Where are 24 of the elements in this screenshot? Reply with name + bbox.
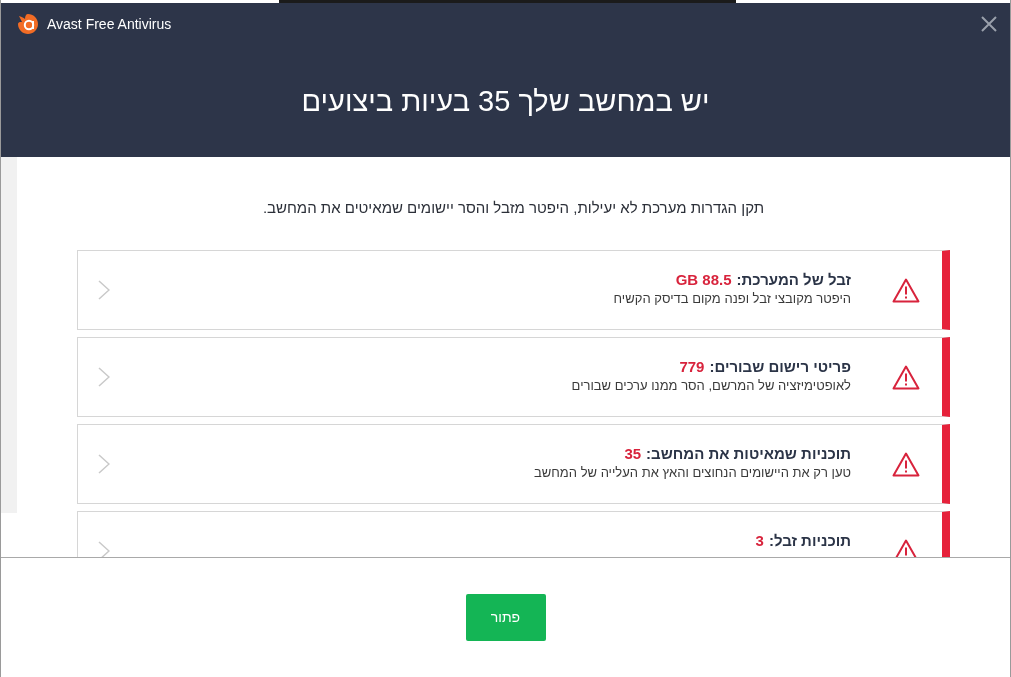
chevron-icon	[98, 454, 110, 474]
close-icon	[980, 15, 998, 33]
warning-icon	[892, 364, 920, 390]
issue-count: 88.5 GB	[675, 270, 732, 290]
issue-title: תוכניות שמאיטות את המחשב:	[646, 444, 851, 464]
warning-icon	[892, 451, 920, 477]
issue-title: פריטי רישום שבורים:	[709, 357, 851, 377]
chevron-icon	[98, 541, 110, 557]
headline: יש במחשב שלך 35 בעיות ביצועים	[301, 84, 710, 119]
chevron-icon	[98, 367, 110, 387]
subtitle: תקן הגדרות מערכת לא יעילות, היפטר מזבל והסר יישומים שמאיטים את המחשב.	[261, 198, 766, 218]
chevron-icon	[98, 280, 110, 300]
logo-icon	[17, 13, 39, 35]
issue-title: תוכניות זבל:	[768, 531, 851, 551]
issue-description: לאופטימיזציה של המרשם, הסר ממנו ערכים שבורים	[571, 377, 851, 395]
issue-title: זבל של המערכת:	[736, 270, 851, 290]
issue-description: טען רק את היישומים הנחוצים והאץ את העלייה של המחשב	[534, 464, 851, 482]
issue-count: 779	[679, 357, 705, 377]
issue-count: 3	[755, 531, 764, 551]
warning-icon	[892, 277, 920, 303]
issue-description: היפטר מקובצי זבל ופנה מקום בדיסק הקשיח	[613, 290, 851, 308]
close-button[interactable]	[980, 15, 998, 33]
app-title: Avast Free Antivirus	[47, 14, 172, 34]
issue-count: 35	[624, 444, 642, 464]
